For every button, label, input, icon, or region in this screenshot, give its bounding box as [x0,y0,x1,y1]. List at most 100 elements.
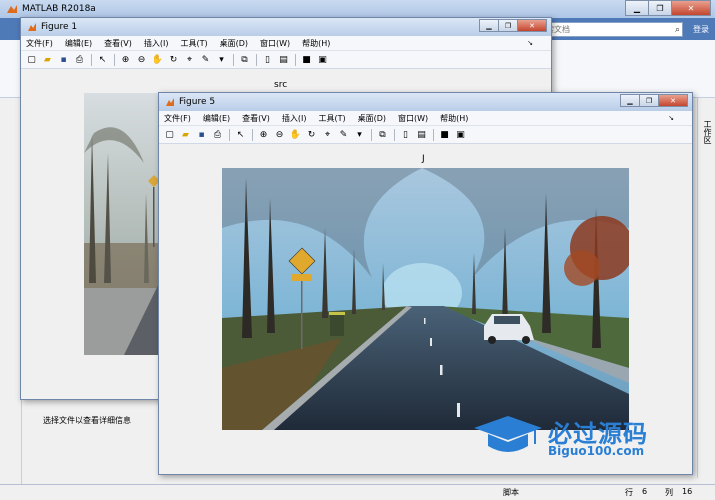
details-hint: 选择文件以查看详细信息 [43,416,131,425]
login-link[interactable]: 登录 [693,24,709,35]
colorbar-icon[interactable]: ▯ [399,128,412,141]
dock-arrow-icon[interactable]: ↘ [527,39,533,47]
toolbar-divider [256,53,257,66]
toolbar-divider [91,53,92,66]
figure-1-axes-title: src [274,80,288,90]
menu-view[interactable]: 查看(V) [242,113,270,124]
status-col-label: 列 [665,488,673,497]
toolbar-divider [433,128,434,141]
graduation-cap-icon [474,416,542,452]
main-window-title: MATLAB R2018a [22,4,96,14]
colorbar-icon[interactable]: ▯ [261,53,274,66]
brush-icon[interactable]: ✎ [337,128,350,141]
status-file-type: 脚本 [503,488,519,497]
legend-icon[interactable]: ▤ [415,128,428,141]
workspace-label: 工作区 [703,120,712,144]
menu-view[interactable]: 查看(V) [104,38,132,49]
save-icon[interactable]: ▪ [195,128,208,141]
menu-help[interactable]: 帮助(H) [302,38,330,49]
legend-icon[interactable]: ▤ [277,53,290,66]
figure-1-toolbar: ▢ ▰ ▪ ⎙ ↖ ⊕ ⊖ ✋ ↻ ⌖ ✎ ▾ ⧉ ▯ ▤ ■ ▣ [21,51,551,69]
minimize-button[interactable]: ▁ [479,19,499,32]
zoom-out-icon[interactable]: ⊖ [273,128,286,141]
current-folder-panel [0,98,22,498]
brush-dropdown-icon[interactable]: ▾ [215,53,228,66]
open-icon[interactable]: ▰ [179,128,192,141]
maximize-button[interactable]: ❐ [498,19,518,32]
dock-arrow-icon[interactable]: ↘ [668,114,674,122]
figure-5-title-bar[interactable]: Figure 5 [159,93,692,111]
menu-help[interactable]: 帮助(H) [440,113,468,124]
maximize-button[interactable]: ❐ [648,0,672,16]
src-image [84,93,164,355]
menu-edit[interactable]: 编辑(E) [65,38,92,49]
menu-window[interactable]: 窗口(W) [260,38,290,49]
menu-window[interactable]: 窗口(W) [398,113,428,124]
menu-edit[interactable]: 编辑(E) [203,113,230,124]
brush-icon[interactable]: ✎ [199,53,212,66]
close-button[interactable]: ✕ [517,19,547,32]
data-cursor-icon[interactable]: ⌖ [183,53,196,66]
link-plot-icon[interactable]: ⧉ [238,53,251,66]
menu-tools[interactable]: 工具(T) [318,113,345,124]
search-icon[interactable]: ⌕ [675,24,680,37]
toolbar-divider [114,53,115,66]
figure-5-menubar: 文件(F) 编辑(E) 查看(V) 插入(I) 工具(T) 桌面(D) 窗口(W… [159,111,692,126]
search-documentation-input[interactable]: 搜索文档 ⌕ [533,22,683,37]
maximize-button[interactable]: ❐ [639,94,659,107]
status-col-value: 16 [682,487,693,496]
show-plot-tools-icon[interactable]: ▣ [454,128,467,141]
close-button[interactable]: ✕ [658,94,688,107]
pointer-icon[interactable]: ↖ [234,128,247,141]
link-plot-icon[interactable]: ⧉ [376,128,389,141]
print-icon[interactable]: ⎙ [211,128,224,141]
figure-icon [165,97,175,107]
toolbar-divider [229,128,230,141]
menu-insert[interactable]: 插入(I) [282,113,307,124]
status-row-value: 6 [642,487,648,496]
hide-plot-tools-icon[interactable]: ■ [438,128,451,141]
toolbar-divider [295,53,296,66]
print-icon[interactable]: ⎙ [73,53,86,66]
minimize-button[interactable]: ▁ [620,94,640,107]
brush-dropdown-icon[interactable]: ▾ [353,128,366,141]
rotate-icon[interactable]: ↻ [305,128,318,141]
menu-insert[interactable]: 插入(I) [144,38,169,49]
toolbar-divider [233,53,234,66]
figure-5-toolbar: ▢ ▰ ▪ ⎙ ↖ ⊕ ⊖ ✋ ↻ ⌖ ✎ ▾ ⧉ ▯ ▤ ■ ▣ [159,126,692,144]
zoom-out-icon[interactable]: ⊖ [135,53,148,66]
main-title-bar: MATLAB R2018a [0,0,715,18]
show-plot-tools-icon[interactable]: ▣ [316,53,329,66]
figure-1-window-controls: ▁ ❐ ✕ [479,19,547,32]
toolbar-divider [252,128,253,141]
rotate-icon[interactable]: ↻ [167,53,180,66]
new-figure-icon[interactable]: ▢ [163,128,176,141]
zoom-in-icon[interactable]: ⊕ [119,53,132,66]
figure-1-menubar: 文件(F) 编辑(E) 查看(V) 插入(I) 工具(T) 桌面(D) 窗口(W… [21,36,551,51]
menu-desktop[interactable]: 桌面(D) [220,38,248,49]
menu-file[interactable]: 文件(F) [26,38,53,49]
figure-1-title-bar[interactable]: Figure 1 [21,18,551,36]
pan-icon[interactable]: ✋ [151,53,164,66]
data-cursor-icon[interactable]: ⌖ [321,128,334,141]
workspace-panel-collapsed[interactable]: 工作区 [697,98,715,478]
open-icon[interactable]: ▰ [41,53,54,66]
pan-icon[interactable]: ✋ [289,128,302,141]
toolbar-divider [394,128,395,141]
hide-plot-tools-icon[interactable]: ■ [300,53,313,66]
status-row-label: 行 [625,488,633,497]
menu-tools[interactable]: 工具(T) [180,38,207,49]
menu-file[interactable]: 文件(F) [164,113,191,124]
save-icon[interactable]: ▪ [57,53,70,66]
main-window-controls: ▁ ❐ ✕ [625,0,711,16]
menu-desktop[interactable]: 桌面(D) [358,113,386,124]
new-figure-icon[interactable]: ▢ [25,53,38,66]
watermark-en-text: Biguo100.com [548,444,645,458]
figure-5-axes-title: J [422,154,425,164]
figure-1-title: Figure 1 [41,22,78,32]
minimize-button[interactable]: ▁ [625,0,649,16]
watermark: 必过源码 Biguo100.com [472,414,672,464]
close-button[interactable]: ✕ [671,0,711,16]
pointer-icon[interactable]: ↖ [96,53,109,66]
zoom-in-icon[interactable]: ⊕ [257,128,270,141]
